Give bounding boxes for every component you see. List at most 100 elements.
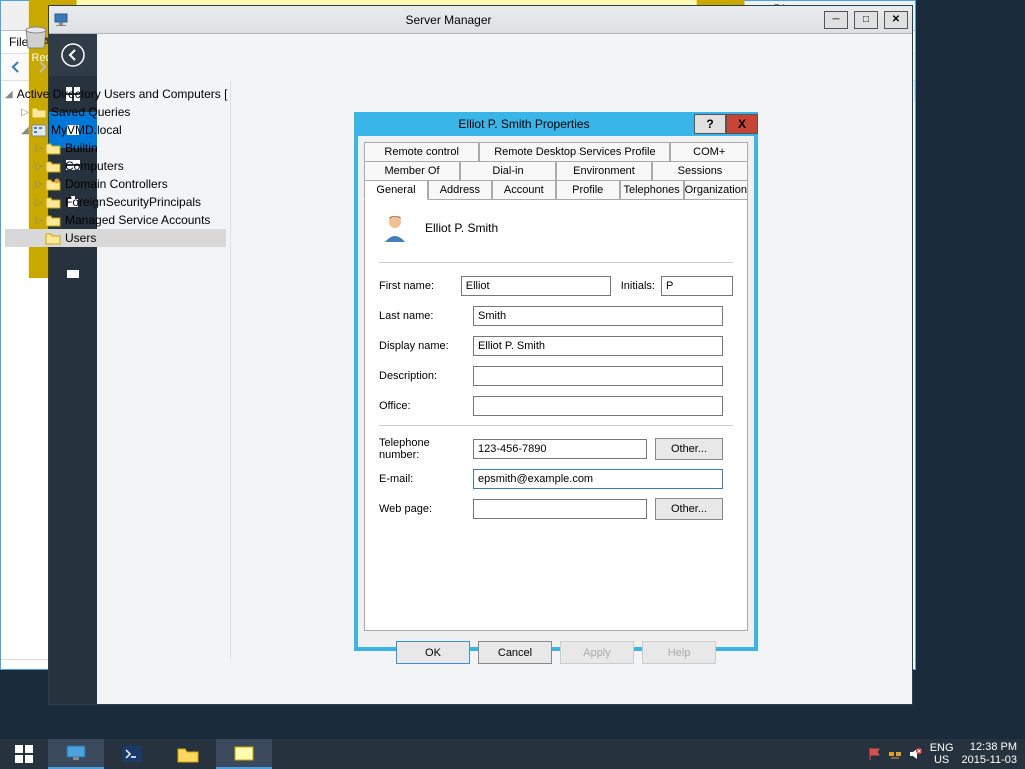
task-server-manager[interactable] [48,739,104,769]
apply-button[interactable]: Apply [560,641,634,664]
tab-member-of[interactable]: Member Of [364,161,460,181]
tab-com-plus[interactable]: COM+ [670,142,748,162]
tab-dial-in[interactable]: Dial-in [460,161,556,181]
help-button[interactable]: Help [642,641,716,664]
tree-builtin[interactable]: ▷ Builtin [5,139,226,157]
tree-fsp[interactable]: ▷ ForeignSecurityPrincipals [5,193,226,211]
expander-icon[interactable]: ▷ [19,107,31,118]
tree-scrollbar[interactable] [1,641,230,659]
network-icon[interactable] [888,747,902,761]
file-explorer-icon [176,744,200,764]
tree-label: Saved Queries [51,105,130,119]
task-aduc[interactable] [216,739,272,769]
tree-label: Users [65,231,96,245]
tray-language[interactable]: ENG US [930,742,954,766]
first-name-label: First name: [379,280,461,292]
expander-icon[interactable]: ▷ [33,215,45,226]
first-name-field[interactable] [461,276,611,296]
tree-root-label: Active Directory Users and Computers [ [17,87,228,101]
tree-saved-queries[interactable]: ▷ Saved Queries [5,103,226,121]
user-header-name: Elliot P. Smith [425,221,498,235]
sound-icon[interactable] [908,747,922,761]
folder-icon [45,231,61,245]
properties-titlebar[interactable]: Elliot P. Smith Properties ? X [354,112,758,136]
tab-account[interactable]: Account [492,180,556,200]
server-manager-icon [53,12,69,28]
expander-icon[interactable]: ▷ [33,179,45,190]
server-manager-task-icon [64,743,88,763]
task-powershell[interactable] [104,739,160,769]
tray-lang2: US [930,754,954,766]
nav-back-button[interactable] [49,34,97,76]
email-field[interactable] [473,469,723,489]
dialog-buttons: OK Cancel Apply Help [358,631,754,664]
taskbar: ENG US 12:38 PM 2015-11-03 [0,739,1025,769]
ok-button[interactable]: OK [396,641,470,664]
expander-icon[interactable]: ◢ [5,89,13,100]
folder-icon [45,141,61,155]
tray-time: 12:38 PM [962,741,1017,754]
tree-label: Builtin [65,141,98,155]
description-field[interactable] [473,366,723,386]
folder-icon [45,213,61,227]
tree-label: ForeignSecurityPrincipals [65,195,201,209]
tree-root[interactable]: ◢ Active Directory Users and Computers [ [5,85,226,103]
properties-dialog: Elliot P. Smith Properties ? X Remote co… [354,112,758,651]
aduc-task-icon [232,743,256,763]
tree-users[interactable]: Users [5,229,226,247]
cancel-button[interactable]: Cancel [478,641,552,664]
flag-icon[interactable] [868,747,882,761]
expander-icon[interactable]: ▷ [33,161,45,172]
expander-icon[interactable]: ▷ [33,143,45,154]
minimize-button[interactable]: ─ [824,11,848,29]
tree-msa[interactable]: ▷ Managed Service Accounts [5,211,226,229]
server-manager-titlebar[interactable]: Server Manager ─ □ ✕ [49,6,912,34]
office-field[interactable] [473,396,723,416]
dialog-close-button[interactable]: X [726,114,758,134]
maximize-button[interactable]: □ [854,11,878,29]
folder-icon [45,159,61,173]
telephone-label: Telephone number: [379,437,473,461]
telephone-other-button[interactable]: Other... [655,438,723,460]
tab-sessions[interactable]: Sessions [652,161,748,181]
tab-environment[interactable]: Environment [556,161,652,181]
initials-field[interactable] [661,276,733,296]
tab-address[interactable]: Address [428,180,492,200]
expander-icon[interactable]: ▷ [33,197,45,208]
expander-icon[interactable]: ◢ [19,125,31,136]
webpage-field[interactable] [473,499,647,519]
close-button[interactable]: ✕ [884,11,908,29]
tab-profile[interactable]: Profile [556,180,620,200]
ou-folder-icon [45,177,61,191]
tree-computers[interactable]: ▷ Computers [5,157,226,175]
tray-date: 2015-11-03 [962,754,1017,767]
general-panel: Elliot P. Smith First name: Initials: La… [364,199,748,631]
last-name-label: Last name: [379,310,473,322]
tray-clock[interactable]: 12:38 PM 2015-11-03 [962,741,1017,767]
tree-domain[interactable]: ◢ MyVMD.local [5,121,226,139]
tab-organization[interactable]: Organization [684,180,748,200]
webpage-other-button[interactable]: Other... [655,498,723,520]
user-avatar-icon [379,212,411,244]
tree-panel: ◢ Active Directory Users and Computers [… [1,81,231,659]
powershell-icon [120,744,144,764]
tab-rds-profile[interactable]: Remote Desktop Services Profile [479,142,670,162]
tab-remote-control[interactable]: Remote control [364,142,479,162]
tree-domain-controllers[interactable]: ▷ Domain Controllers [5,175,226,193]
tab-general[interactable]: General [364,180,428,200]
display-name-field[interactable] [473,336,723,356]
last-name-field[interactable] [473,306,723,326]
display-name-label: Display name: [379,340,473,352]
tree-label: Computers [65,159,124,173]
system-tray: ENG US 12:38 PM 2015-11-03 [860,739,1025,769]
tab-strip: Remote control Remote Desktop Services P… [358,136,754,199]
tray-lang1: ENG [930,742,954,754]
task-explorer[interactable] [160,739,216,769]
tab-telephones[interactable]: Telephones [620,180,684,200]
tree-label: MyVMD.local [51,123,122,137]
webpage-label: Web page: [379,503,473,515]
telephone-field[interactable] [473,439,647,459]
start-button[interactable] [0,739,48,769]
folder-icon [45,195,61,209]
dialog-help-button[interactable]: ? [694,114,726,134]
